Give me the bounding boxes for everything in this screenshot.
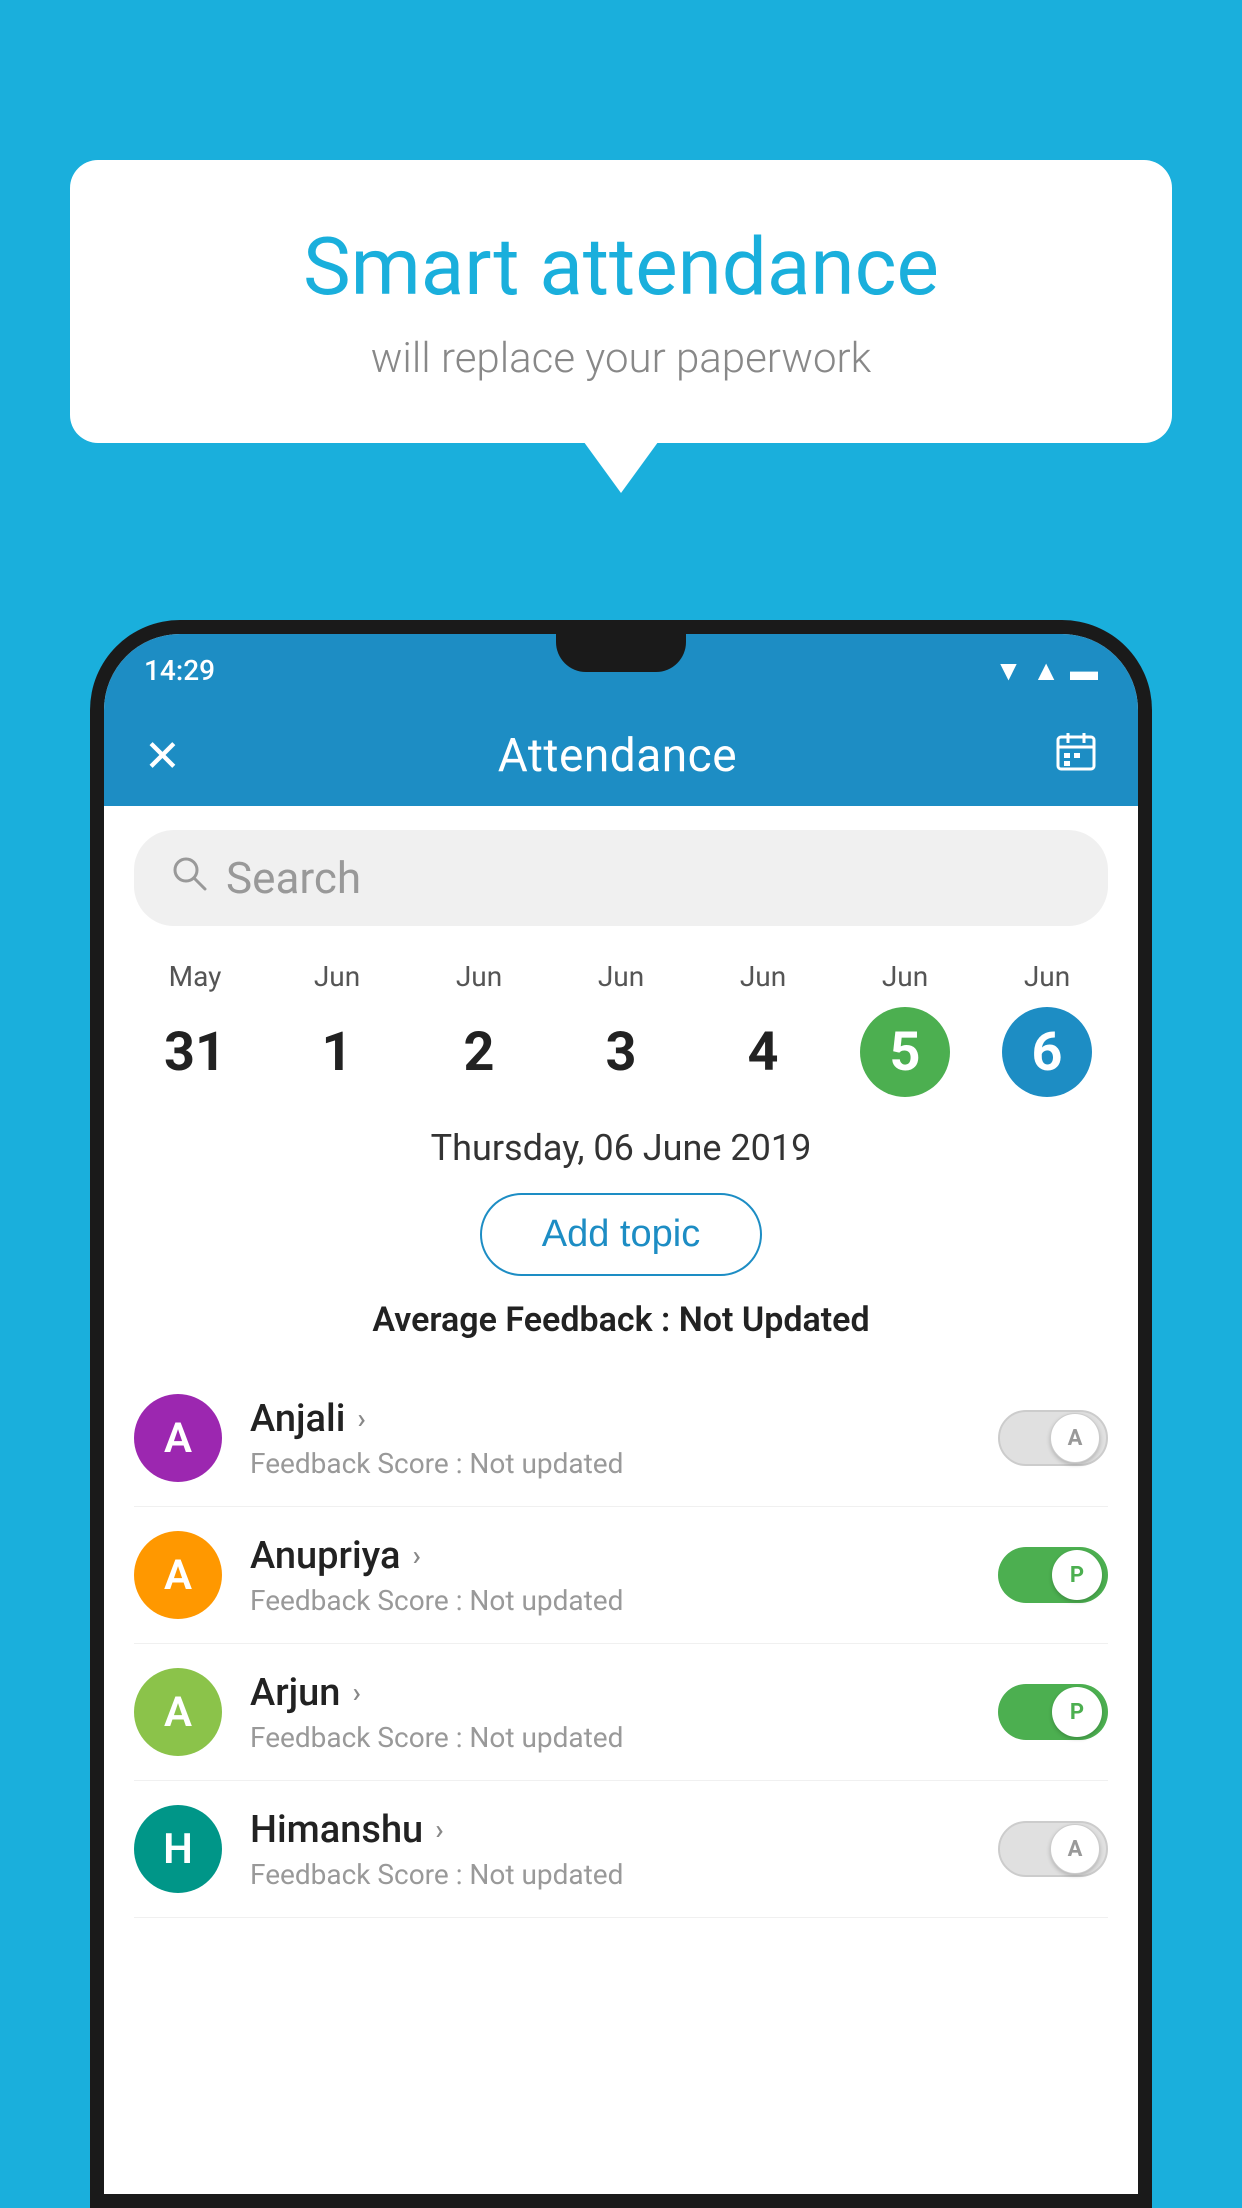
toggle-thumb: P	[1052, 1550, 1102, 1600]
toggle-thumb: A	[1050, 1413, 1100, 1463]
toggle-switch[interactable]: P	[998, 1684, 1108, 1740]
selected-date: Thursday, 06 June 2019	[104, 1127, 1138, 1169]
student-info: Anjali › Feedback Score : Not updated	[250, 1397, 970, 1480]
date-scroller[interactable]: May 31 Jun 1 Jun 2 Jun 3 Jun 4 Jun 5 Jun 6	[104, 950, 1138, 1117]
attendance-toggle[interactable]: P	[998, 1547, 1108, 1603]
student-name: Anupriya ›	[250, 1534, 970, 1578]
chevron-right-icon: ›	[435, 1813, 443, 1846]
speech-bubble-container: Smart attendance will replace your paper…	[70, 160, 1172, 443]
chevron-right-icon: ›	[357, 1402, 365, 1435]
add-topic-button[interactable]: Add topic	[480, 1193, 762, 1276]
student-feedback: Feedback Score : Not updated	[250, 1584, 970, 1617]
student-feedback: Feedback Score : Not updated	[250, 1858, 970, 1891]
date-day: 2	[434, 1007, 524, 1097]
date-item-3[interactable]: Jun 3	[550, 960, 692, 1097]
student-avatar: A	[134, 1394, 222, 1482]
date-item-2[interactable]: Jun 2	[408, 960, 550, 1097]
attendance-toggle[interactable]: A	[998, 1410, 1108, 1466]
chevron-right-icon: ›	[352, 1676, 360, 1709]
toggle-thumb: P	[1052, 1687, 1102, 1737]
date-month: Jun	[266, 960, 408, 993]
date-day: 3	[576, 1007, 666, 1097]
header-title: Attendance	[498, 729, 737, 783]
attendance-toggle[interactable]: P	[998, 1684, 1108, 1740]
student-info: Arjun › Feedback Score : Not updated	[250, 1671, 970, 1754]
date-day: 5	[860, 1007, 950, 1097]
toggle-switch[interactable]: P	[998, 1547, 1108, 1603]
date-day: 31	[150, 1007, 240, 1097]
avg-feedback: Average Feedback : Not Updated	[104, 1300, 1138, 1340]
date-item-0[interactable]: May 31	[124, 960, 266, 1097]
student-info: Anupriya › Feedback Score : Not updated	[250, 1534, 970, 1617]
date-item-4[interactable]: Jun 4	[692, 960, 834, 1097]
phone-notch	[556, 634, 686, 672]
search-bar[interactable]: Search	[134, 830, 1108, 926]
date-month: Jun	[408, 960, 550, 993]
date-item-5[interactable]: Jun 5	[834, 960, 976, 1097]
date-month: Jun	[550, 960, 692, 993]
student-item-2[interactable]: A Arjun › Feedback Score : Not updated P	[134, 1644, 1108, 1781]
status-icons: ▼ ▲ ▬	[995, 654, 1098, 687]
student-list: AAnjali ›Feedback Score : Not updatedAAA…	[104, 1370, 1138, 1918]
student-feedback: Feedback Score : Not updated	[250, 1447, 970, 1480]
student-item-1[interactable]: A Anupriya › Feedback Score : Not updated P	[134, 1507, 1108, 1644]
date-month: Jun	[692, 960, 834, 993]
signal-icon: ▲	[1032, 654, 1060, 687]
student-name: Arjun ›	[250, 1671, 970, 1715]
status-time: 14:29	[144, 654, 215, 687]
toggle-switch[interactable]: A	[998, 1821, 1108, 1877]
app-tagline-title: Smart attendance	[150, 220, 1092, 314]
student-info: Himanshu › Feedback Score : Not updated	[250, 1808, 970, 1891]
date-item-6[interactable]: Jun 6	[976, 960, 1118, 1097]
date-month: Jun	[834, 960, 976, 993]
toggle-thumb: A	[1050, 1824, 1100, 1874]
student-item-0[interactable]: A Anjali › Feedback Score : Not updated A	[134, 1370, 1108, 1507]
battery-icon: ▬	[1070, 654, 1098, 687]
chevron-right-icon: ›	[412, 1539, 420, 1572]
date-item-1[interactable]: Jun 1	[266, 960, 408, 1097]
close-button[interactable]: ✕	[144, 730, 181, 782]
date-month: Jun	[976, 960, 1118, 993]
student-avatar: A	[134, 1668, 222, 1756]
date-day: 6	[1002, 1007, 1092, 1097]
attendance-toggle[interactable]: A	[998, 1821, 1108, 1877]
app-header: ✕ Attendance	[104, 706, 1138, 806]
phone-frame: 14:29 ▼ ▲ ▬ ✕ Attendance	[90, 620, 1152, 2208]
avg-feedback-value: Not Updated	[679, 1300, 870, 1340]
student-name: Himanshu ›	[250, 1808, 970, 1852]
avg-feedback-label: Average Feedback :	[372, 1300, 678, 1340]
toggle-switch[interactable]: A	[998, 1410, 1108, 1466]
phone-inner: 14:29 ▼ ▲ ▬ ✕ Attendance	[104, 634, 1138, 2194]
search-placeholder: Search	[226, 852, 361, 904]
student-item-3[interactable]: H Himanshu › Feedback Score : Not updated A	[134, 1781, 1108, 1918]
calendar-icon[interactable]	[1054, 729, 1098, 784]
wifi-icon: ▼	[995, 654, 1023, 687]
date-day: 1	[292, 1007, 382, 1097]
date-month: May	[124, 960, 266, 993]
student-avatar: A	[134, 1531, 222, 1619]
date-day: 4	[718, 1007, 808, 1097]
student-feedback: Feedback Score : Not updated	[250, 1721, 970, 1754]
student-avatar: H	[134, 1805, 222, 1893]
search-icon	[170, 854, 208, 902]
app-tagline-subtitle: will replace your paperwork	[150, 334, 1092, 383]
student-name: Anjali ›	[250, 1397, 970, 1441]
speech-bubble: Smart attendance will replace your paper…	[70, 160, 1172, 443]
